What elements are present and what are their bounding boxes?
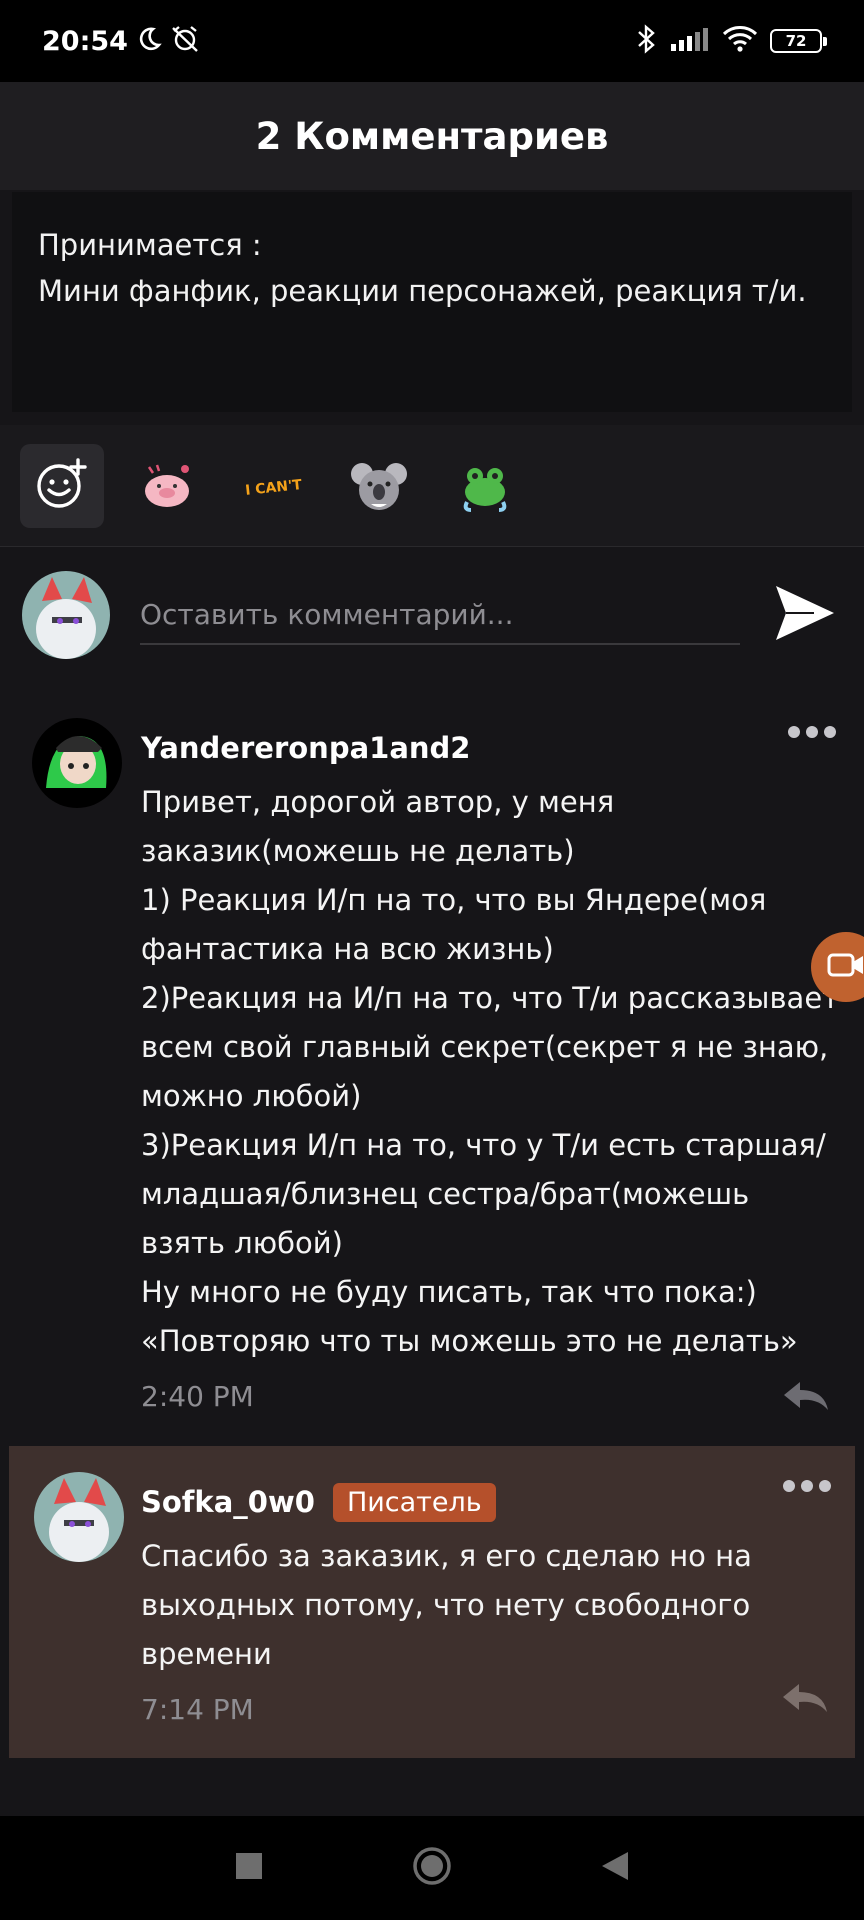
- comment-input-wrap: [140, 585, 740, 645]
- sticker-koala[interactable]: [336, 444, 422, 528]
- add-sticker-button[interactable]: [20, 443, 104, 528]
- send-icon: [774, 584, 836, 646]
- post-description-line-2: Мини фанфик, реакции персонажей, реакция…: [38, 274, 807, 308]
- dot: [783, 1480, 795, 1492]
- sticker-bar: I CAN'T: [0, 425, 864, 547]
- sticker-pig[interactable]: [124, 444, 210, 528]
- alarm-off-icon: [170, 25, 200, 57]
- header: 2 Комментариев: [0, 82, 864, 190]
- reply-icon: [781, 1684, 829, 1718]
- comment-composer: [0, 548, 864, 682]
- battery-level: 72: [785, 32, 807, 50]
- commenter-avatar[interactable]: [32, 718, 122, 808]
- status-left: 20:54: [42, 25, 200, 57]
- add-emoji-icon: [35, 457, 89, 515]
- comment-username[interactable]: Yandereronpa1and2: [141, 731, 470, 765]
- dot: [801, 1480, 813, 1492]
- comment-username[interactable]: Sofka_0w0: [141, 1485, 315, 1519]
- commenter-avatar[interactable]: [34, 1472, 124, 1562]
- reply-button[interactable]: [781, 1682, 829, 1718]
- status-right: 72: [636, 24, 827, 58]
- more-options-button[interactable]: [783, 1480, 831, 1492]
- comment-time: 2:40 PM: [141, 1380, 254, 1413]
- sticker-frog[interactable]: [442, 444, 528, 528]
- bluetooth-icon: [636, 24, 658, 58]
- reply-icon: [782, 1382, 830, 1416]
- post-description-line-1: Принимается :: [38, 228, 262, 262]
- comment-body: Yandereronpa1and2 Привет, дорогой автор,…: [141, 728, 841, 1413]
- comment-text: Спасибо за заказик, я его сделаю но на в…: [141, 1539, 752, 1671]
- post-description-card: Принимается : Мини фанфик, реакции персо…: [12, 192, 852, 412]
- moon-icon: [136, 26, 162, 56]
- dot: [824, 726, 836, 738]
- dot: [806, 726, 818, 738]
- author-role-badge: Писатель: [332, 1482, 496, 1522]
- video-camera-icon: [827, 951, 864, 983]
- comment-item-author-reply: Sofka_0w0 Писатель Спасибо за заказик, я…: [9, 1446, 855, 1758]
- page-title: 2 Комментариев: [255, 114, 609, 158]
- comment-body: Sofka_0w0 Писатель Спасибо за заказик, я…: [141, 1482, 831, 1726]
- recents-button[interactable]: [234, 1851, 264, 1885]
- dot: [788, 726, 800, 738]
- battery-indicator: 72: [770, 29, 827, 53]
- status-time: 20:54: [42, 25, 128, 57]
- wifi-icon: [722, 25, 758, 57]
- status-bar: 20:54 72: [0, 0, 864, 82]
- sticker-i-cant[interactable]: I CAN'T: [230, 444, 316, 528]
- comments-screen: 20:54 72 2 Комментариев Принимается: Ми…: [0, 0, 864, 1920]
- more-options-button[interactable]: [788, 726, 836, 738]
- back-button[interactable]: [600, 1850, 630, 1886]
- current-user-avatar[interactable]: [22, 571, 110, 659]
- comment-item: Yandereronpa1and2 Привет, дорогой автор,…: [0, 712, 864, 1432]
- comment-input[interactable]: [140, 597, 740, 631]
- svg-text:I CAN'T: I CAN'T: [245, 476, 303, 498]
- comment-header: Sofka_0w0 Писатель: [141, 1482, 831, 1522]
- comment-header: Yandereronpa1and2: [141, 728, 841, 768]
- send-button[interactable]: [770, 580, 840, 650]
- signal-icon: [670, 26, 710, 56]
- system-nav-bar: [0, 1816, 864, 1920]
- reply-button[interactable]: [782, 1380, 830, 1416]
- home-button[interactable]: [412, 1846, 452, 1890]
- comment-time: 7:14 PM: [141, 1693, 254, 1726]
- comment-text: Привет, дорогой автор, у меня заказик(мо…: [141, 785, 840, 1358]
- dot: [819, 1480, 831, 1492]
